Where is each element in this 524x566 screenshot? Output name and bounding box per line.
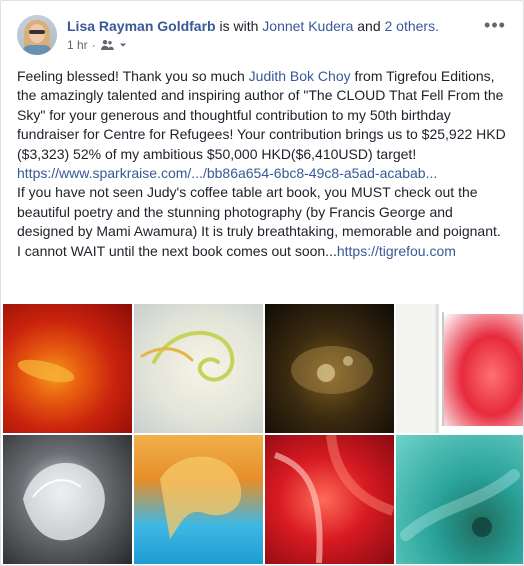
- photo-grid: [1, 304, 523, 564]
- post-header: Lisa Rayman Goldfarb is with Jonnet Kude…: [17, 15, 507, 59]
- photo-tile[interactable]: [134, 304, 263, 433]
- sunglasses-icon: [29, 30, 45, 34]
- timestamp-link[interactable]: 1 hr: [67, 38, 88, 52]
- friends-icon[interactable]: [100, 39, 114, 51]
- photo-droplet: [317, 364, 335, 382]
- photo-highlight: [15, 355, 77, 387]
- photo-tile[interactable]: [265, 304, 394, 433]
- others-link[interactable]: 2 others.: [385, 18, 439, 34]
- photo-tile[interactable]: [3, 304, 132, 433]
- post-text-1a: Feeling blessed! Thank you so much: [17, 68, 249, 84]
- fundraiser-url-link[interactable]: https://www.sparkraise.com/.../bb86a654-…: [17, 165, 437, 181]
- book-fold: [442, 312, 444, 426]
- avatar-shirt: [22, 45, 52, 55]
- post-meta: 1 hr ·: [67, 38, 128, 52]
- photo-tile[interactable]: [396, 435, 523, 564]
- post-paragraph-1: Feeling blessed! Thank you so much Judit…: [17, 67, 507, 183]
- and-text: and: [357, 18, 381, 34]
- author-name-link[interactable]: Lisa Rayman Goldfarb: [67, 18, 216, 34]
- tigrefou-url-link[interactable]: https://tigrefou.com: [337, 243, 456, 259]
- photo-tile[interactable]: [396, 304, 523, 433]
- photo-tile[interactable]: [3, 435, 132, 564]
- photo-droplet: [343, 356, 353, 366]
- post-body: Feeling blessed! Thank you so much Judit…: [17, 67, 507, 261]
- tagged-person-link[interactable]: Jonnet Kudera: [262, 18, 353, 34]
- photo-tile[interactable]: [265, 435, 394, 564]
- post-card: Lisa Rayman Goldfarb is with Jonnet Kude…: [0, 0, 524, 566]
- with-text: is with: [219, 18, 259, 34]
- post-author-line: Lisa Rayman Goldfarb is with Jonnet Kude…: [67, 17, 439, 35]
- more-options-icon[interactable]: •••: [483, 15, 507, 35]
- post-paragraph-2: If you have not seen Judy's coffee table…: [17, 183, 507, 261]
- mentioned-person-link[interactable]: Judith Bok Choy: [249, 68, 351, 84]
- photo-tile[interactable]: [134, 435, 263, 564]
- meta-separator: ·: [91, 38, 96, 52]
- caret-down-icon[interactable]: [118, 40, 128, 50]
- avatar[interactable]: [17, 15, 57, 55]
- photo-page: [444, 314, 523, 426]
